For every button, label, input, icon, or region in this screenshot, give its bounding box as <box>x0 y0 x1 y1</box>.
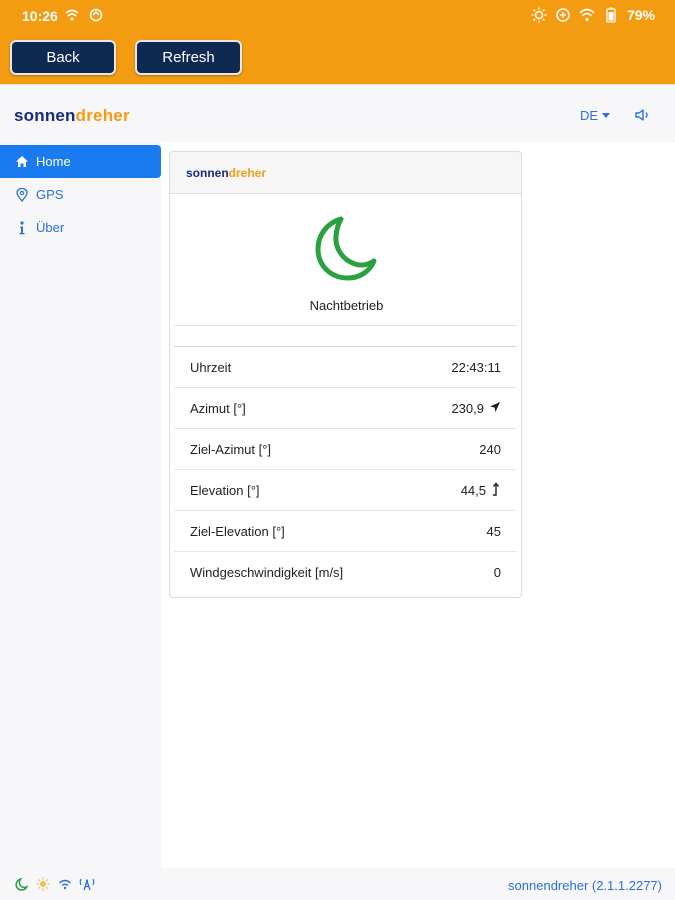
reading-label: Uhrzeit <box>190 359 232 375</box>
reading-value: 0 <box>493 565 501 580</box>
sidebar-item-label: Home <box>36 154 71 169</box>
divider <box>174 325 517 326</box>
reading-value: 240 <box>479 441 501 457</box>
antenna-icon <box>79 876 95 892</box>
operating-mode-label: Nachtbetrieb <box>309 298 384 313</box>
reading-row-azimuth: Azimut [°] 230,9 <box>174 388 517 429</box>
back-button[interactable]: Back <box>10 40 116 75</box>
wifi-icon <box>57 876 73 892</box>
reading-row-time: Uhrzeit 22:43:11 <box>174 347 517 388</box>
reading-label: Azimut [°] <box>190 400 246 416</box>
status-card: sonnendreher Nachtbetrieb Uhrzeit 22:43:… <box>169 151 522 598</box>
card-brand-logo: sonnendreher <box>186 166 266 180</box>
sidebar-item-gps[interactable]: GPS <box>0 178 161 211</box>
data-saver-icon <box>555 7 571 23</box>
wifi-icon <box>579 7 595 23</box>
sidebar: Home GPS Über <box>0 142 161 868</box>
reading-row-elevation: Elevation [°] 44,5 <box>174 470 517 511</box>
sidebar-item-label: GPS <box>36 187 64 202</box>
brand-name-part2: dreher <box>228 166 267 180</box>
speaker-icon[interactable] <box>634 107 652 123</box>
elevation-arrow-icon <box>491 481 501 499</box>
info-icon <box>15 220 29 235</box>
reading-label: Elevation [°] <box>190 482 260 498</box>
map-marker-icon <box>15 187 29 202</box>
language-label: DE <box>580 108 599 123</box>
navigation-arrow-icon <box>489 401 501 416</box>
battery-percent: 79% <box>626 7 655 23</box>
app-footer: sonnendreher (2.1.1.2277) <box>0 868 675 900</box>
app-header: sonnendreher DE <box>0 84 675 142</box>
sidebar-item-home[interactable]: Home <box>0 145 161 178</box>
app-version: sonnendreher (2.1.1.2277) <box>508 878 662 893</box>
language-dropdown[interactable]: DE <box>580 108 611 123</box>
brand-logo[interactable]: sonnendreher <box>14 106 130 126</box>
status-time: 10:26 <box>22 8 58 24</box>
card-header: sonnendreher <box>170 152 521 194</box>
reading-label: Ziel-Azimut [°] <box>190 441 272 457</box>
status-notification-icons <box>64 7 104 23</box>
reading-row-wind-speed: Windgeschwindigkeit [m/s] 0 <box>174 552 517 593</box>
status-system-icons: 79% <box>531 7 655 23</box>
reading-label: Ziel-Elevation [°] <box>190 523 285 539</box>
sidebar-item-info[interactable]: Über <box>0 211 161 244</box>
moon-icon <box>313 214 379 284</box>
reading-label: Windgeschwindigkeit [m/s] <box>190 565 344 580</box>
brand-name-part2: dreher <box>75 106 130 125</box>
moon-icon <box>13 876 29 892</box>
reading-row-target-azimuth: Ziel-Azimut [°] 240 <box>174 429 517 470</box>
battery-icon <box>603 7 619 23</box>
sync-icon <box>88 7 104 23</box>
sun-icon <box>35 876 51 892</box>
caret-down-icon <box>602 113 611 118</box>
brand-name-part1: sonnen <box>14 106 76 125</box>
reading-row-target-elevation: Ziel-Elevation [°] 45 <box>174 511 517 552</box>
home-icon <box>15 155 29 169</box>
brightness-icon <box>531 7 547 23</box>
sidebar-item-label: Über <box>36 220 65 235</box>
reading-value: 44,5 <box>460 482 486 498</box>
wifi-calling-icon <box>64 7 80 23</box>
reading-value: 45 <box>486 523 501 539</box>
footer-status-icons <box>13 876 95 892</box>
reading-value: 22:43:11 <box>451 359 501 375</box>
status-bar: 10:26 79% <box>0 0 675 32</box>
refresh-button[interactable]: Refresh <box>135 40 242 75</box>
brand-name-part1: sonnen <box>186 166 229 180</box>
reading-value: 230,9 <box>451 400 484 416</box>
app-top-bar: 10:26 79% Back Refresh <box>0 0 675 84</box>
